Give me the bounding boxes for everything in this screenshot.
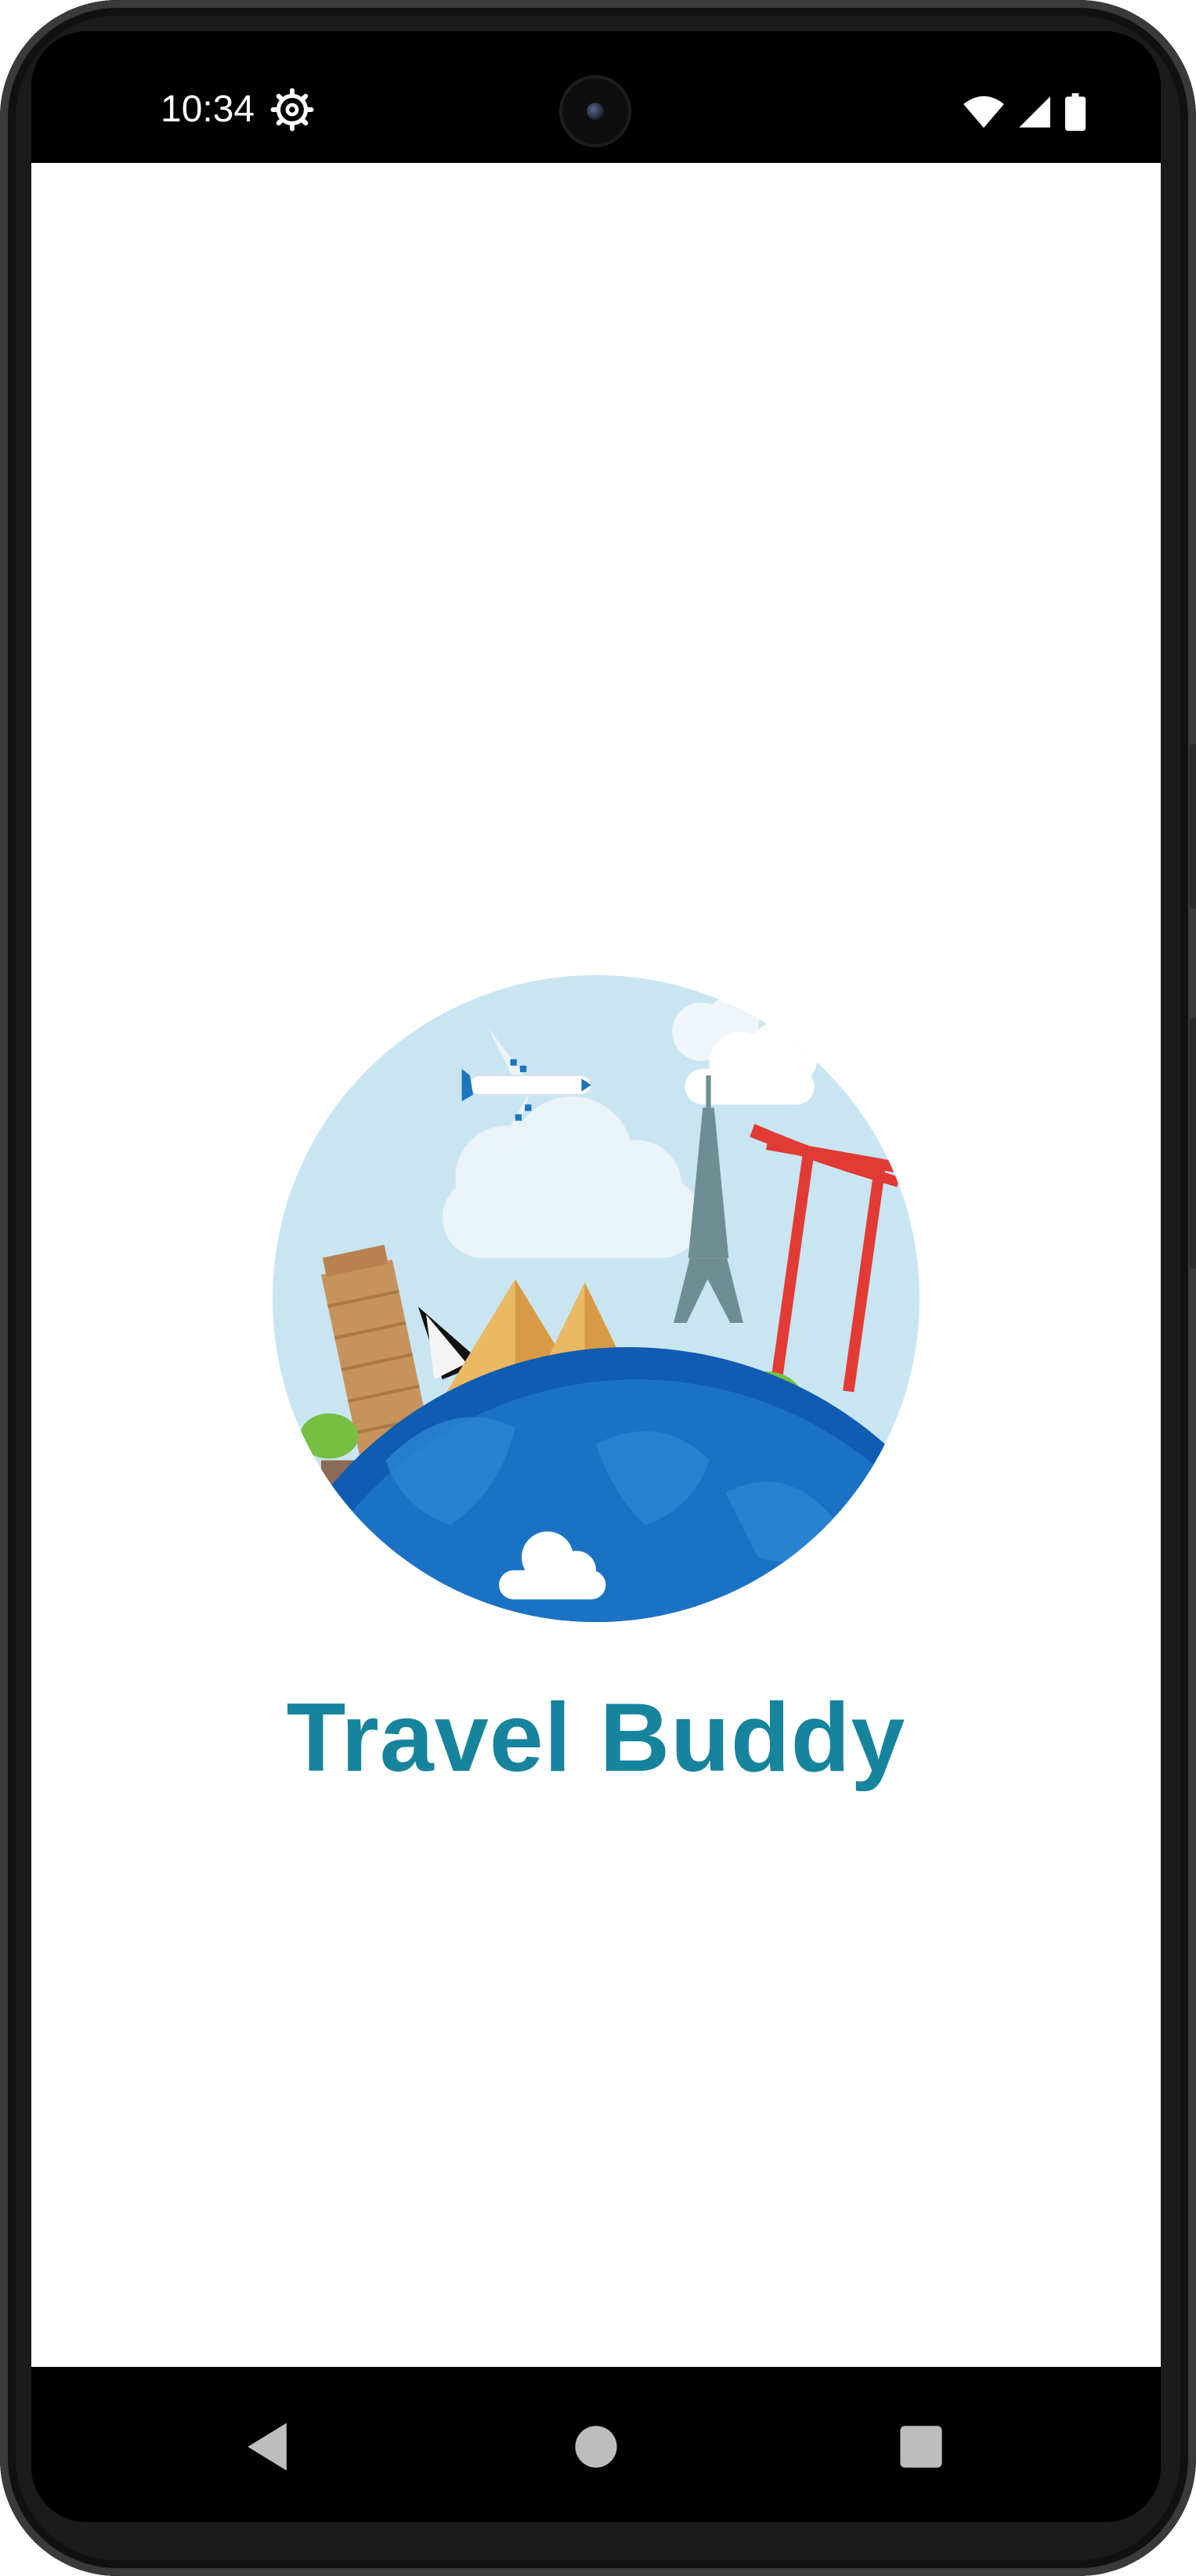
volume-button bbox=[1190, 1018, 1196, 1269]
status-icons bbox=[963, 90, 1086, 134]
wifi-icon bbox=[963, 96, 1004, 128]
app-title: Travel Buddy bbox=[286, 1684, 906, 1792]
status-time: 10:34 bbox=[161, 89, 255, 130]
navigation-bar bbox=[31, 2367, 1161, 2522]
cellular-signal-icon bbox=[1019, 96, 1050, 128]
screen: 10:34 Travel Buddy bbox=[31, 31, 1161, 2522]
recents-square-icon[interactable] bbox=[891, 2417, 951, 2477]
phone-frame: 10:34 Travel Buddy bbox=[0, 0, 1196, 2576]
splash-screen: Travel Buddy bbox=[31, 163, 1161, 2367]
back-triangle-icon[interactable] bbox=[239, 2417, 298, 2477]
battery-icon bbox=[1064, 93, 1086, 131]
home-circle-icon[interactable] bbox=[566, 2417, 626, 2477]
status-bar: 10:34 bbox=[31, 31, 1161, 163]
power-button bbox=[1190, 744, 1196, 909]
travel-globe-logo bbox=[273, 975, 920, 1622]
front-camera bbox=[562, 78, 628, 144]
settings-gear-icon bbox=[270, 88, 314, 132]
